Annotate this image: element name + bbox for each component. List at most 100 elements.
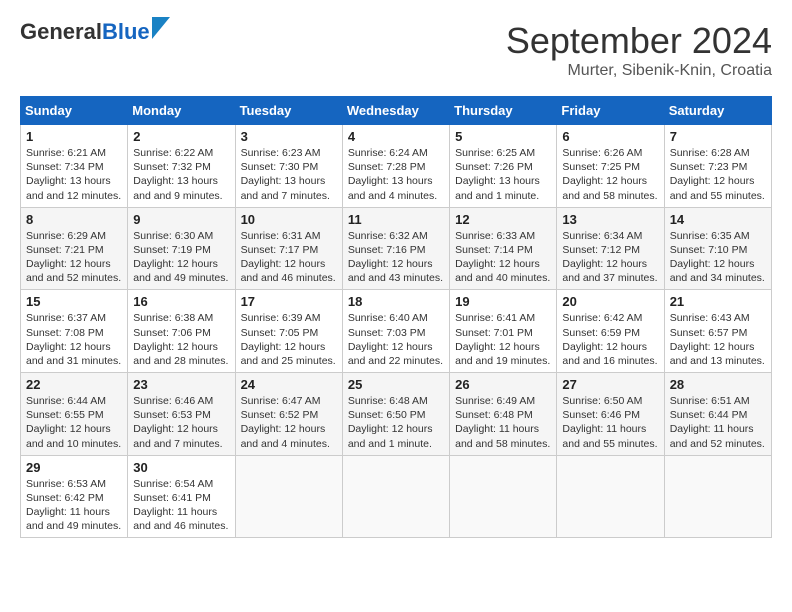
col-friday: Friday bbox=[557, 97, 664, 125]
table-row: 8 Sunrise: 6:29 AMSunset: 7:21 PMDayligh… bbox=[21, 207, 128, 290]
day-number: 16 bbox=[133, 294, 229, 309]
day-number: 13 bbox=[562, 212, 658, 227]
table-row: 23 Sunrise: 6:46 AMSunset: 6:53 PMDaylig… bbox=[128, 373, 235, 456]
table-row: 15 Sunrise: 6:37 AMSunset: 7:08 PMDaylig… bbox=[21, 290, 128, 373]
day-info: Sunrise: 6:50 AMSunset: 6:46 PMDaylight:… bbox=[562, 394, 658, 451]
day-number: 27 bbox=[562, 377, 658, 392]
table-row: 11 Sunrise: 6:32 AMSunset: 7:16 PMDaylig… bbox=[342, 207, 449, 290]
table-row bbox=[664, 455, 771, 538]
table-row: 26 Sunrise: 6:49 AMSunset: 6:48 PMDaylig… bbox=[450, 373, 557, 456]
col-sunday: Sunday bbox=[21, 97, 128, 125]
col-saturday: Saturday bbox=[664, 97, 771, 125]
day-info: Sunrise: 6:42 AMSunset: 6:59 PMDaylight:… bbox=[562, 311, 658, 368]
table-row: 12 Sunrise: 6:33 AMSunset: 7:14 PMDaylig… bbox=[450, 207, 557, 290]
table-row bbox=[557, 455, 664, 538]
title-section: September 2024 Murter, Sibenik-Knin, Cro… bbox=[506, 20, 772, 80]
col-thursday: Thursday bbox=[450, 97, 557, 125]
table-row: 25 Sunrise: 6:48 AMSunset: 6:50 PMDaylig… bbox=[342, 373, 449, 456]
day-number: 7 bbox=[670, 129, 766, 144]
table-row: 7 Sunrise: 6:28 AMSunset: 7:23 PMDayligh… bbox=[664, 125, 771, 208]
day-info: Sunrise: 6:40 AMSunset: 7:03 PMDaylight:… bbox=[348, 311, 444, 368]
day-number: 6 bbox=[562, 129, 658, 144]
day-number: 24 bbox=[241, 377, 337, 392]
day-info: Sunrise: 6:32 AMSunset: 7:16 PMDaylight:… bbox=[348, 229, 444, 286]
day-number: 18 bbox=[348, 294, 444, 309]
table-row: 30 Sunrise: 6:54 AMSunset: 6:41 PMDaylig… bbox=[128, 455, 235, 538]
table-row bbox=[450, 455, 557, 538]
day-info: Sunrise: 6:21 AMSunset: 7:34 PMDaylight:… bbox=[26, 146, 122, 203]
day-info: Sunrise: 6:38 AMSunset: 7:06 PMDaylight:… bbox=[133, 311, 229, 368]
table-row: 10 Sunrise: 6:31 AMSunset: 7:17 PMDaylig… bbox=[235, 207, 342, 290]
day-info: Sunrise: 6:33 AMSunset: 7:14 PMDaylight:… bbox=[455, 229, 551, 286]
day-number: 20 bbox=[562, 294, 658, 309]
table-row: 4 Sunrise: 6:24 AMSunset: 7:28 PMDayligh… bbox=[342, 125, 449, 208]
day-number: 3 bbox=[241, 129, 337, 144]
table-row: 3 Sunrise: 6:23 AMSunset: 7:30 PMDayligh… bbox=[235, 125, 342, 208]
calendar-week-4: 22 Sunrise: 6:44 AMSunset: 6:55 PMDaylig… bbox=[21, 373, 772, 456]
day-info: Sunrise: 6:47 AMSunset: 6:52 PMDaylight:… bbox=[241, 394, 337, 451]
day-info: Sunrise: 6:30 AMSunset: 7:19 PMDaylight:… bbox=[133, 229, 229, 286]
table-row: 6 Sunrise: 6:26 AMSunset: 7:25 PMDayligh… bbox=[557, 125, 664, 208]
day-number: 19 bbox=[455, 294, 551, 309]
col-monday: Monday bbox=[128, 97, 235, 125]
day-info: Sunrise: 6:34 AMSunset: 7:12 PMDaylight:… bbox=[562, 229, 658, 286]
table-row: 13 Sunrise: 6:34 AMSunset: 7:12 PMDaylig… bbox=[557, 207, 664, 290]
table-row: 20 Sunrise: 6:42 AMSunset: 6:59 PMDaylig… bbox=[557, 290, 664, 373]
day-number: 11 bbox=[348, 212, 444, 227]
table-row: 17 Sunrise: 6:39 AMSunset: 7:05 PMDaylig… bbox=[235, 290, 342, 373]
day-info: Sunrise: 6:22 AMSunset: 7:32 PMDaylight:… bbox=[133, 146, 229, 203]
day-info: Sunrise: 6:28 AMSunset: 7:23 PMDaylight:… bbox=[670, 146, 766, 203]
day-info: Sunrise: 6:49 AMSunset: 6:48 PMDaylight:… bbox=[455, 394, 551, 451]
day-info: Sunrise: 6:31 AMSunset: 7:17 PMDaylight:… bbox=[241, 229, 337, 286]
logo: GeneralBlue bbox=[20, 20, 170, 44]
day-number: 8 bbox=[26, 212, 122, 227]
day-number: 21 bbox=[670, 294, 766, 309]
calendar-week-1: 1 Sunrise: 6:21 AMSunset: 7:34 PMDayligh… bbox=[21, 125, 772, 208]
table-row: 5 Sunrise: 6:25 AMSunset: 7:26 PMDayligh… bbox=[450, 125, 557, 208]
day-number: 12 bbox=[455, 212, 551, 227]
table-row: 9 Sunrise: 6:30 AMSunset: 7:19 PMDayligh… bbox=[128, 207, 235, 290]
table-row: 27 Sunrise: 6:50 AMSunset: 6:46 PMDaylig… bbox=[557, 373, 664, 456]
calendar-week-3: 15 Sunrise: 6:37 AMSunset: 7:08 PMDaylig… bbox=[21, 290, 772, 373]
day-info: Sunrise: 6:23 AMSunset: 7:30 PMDaylight:… bbox=[241, 146, 337, 203]
day-number: 25 bbox=[348, 377, 444, 392]
day-number: 22 bbox=[26, 377, 122, 392]
col-wednesday: Wednesday bbox=[342, 97, 449, 125]
page-header: GeneralBlue September 2024 Murter, Siben… bbox=[20, 20, 772, 80]
table-row: 1 Sunrise: 6:21 AMSunset: 7:34 PMDayligh… bbox=[21, 125, 128, 208]
col-tuesday: Tuesday bbox=[235, 97, 342, 125]
day-info: Sunrise: 6:54 AMSunset: 6:41 PMDaylight:… bbox=[133, 477, 229, 534]
day-number: 2 bbox=[133, 129, 229, 144]
day-info: Sunrise: 6:35 AMSunset: 7:10 PMDaylight:… bbox=[670, 229, 766, 286]
day-info: Sunrise: 6:44 AMSunset: 6:55 PMDaylight:… bbox=[26, 394, 122, 451]
table-row bbox=[235, 455, 342, 538]
table-row: 24 Sunrise: 6:47 AMSunset: 6:52 PMDaylig… bbox=[235, 373, 342, 456]
day-number: 29 bbox=[26, 460, 122, 475]
table-row: 16 Sunrise: 6:38 AMSunset: 7:06 PMDaylig… bbox=[128, 290, 235, 373]
day-info: Sunrise: 6:24 AMSunset: 7:28 PMDaylight:… bbox=[348, 146, 444, 203]
table-row bbox=[342, 455, 449, 538]
day-info: Sunrise: 6:25 AMSunset: 7:26 PMDaylight:… bbox=[455, 146, 551, 203]
day-info: Sunrise: 6:39 AMSunset: 7:05 PMDaylight:… bbox=[241, 311, 337, 368]
table-row: 29 Sunrise: 6:53 AMSunset: 6:42 PMDaylig… bbox=[21, 455, 128, 538]
day-info: Sunrise: 6:51 AMSunset: 6:44 PMDaylight:… bbox=[670, 394, 766, 451]
day-info: Sunrise: 6:26 AMSunset: 7:25 PMDaylight:… bbox=[562, 146, 658, 203]
table-row: 2 Sunrise: 6:22 AMSunset: 7:32 PMDayligh… bbox=[128, 125, 235, 208]
logo-triangle-icon bbox=[152, 17, 170, 39]
day-number: 10 bbox=[241, 212, 337, 227]
logo-text: GeneralBlue bbox=[20, 20, 150, 44]
day-number: 26 bbox=[455, 377, 551, 392]
calendar-table: Sunday Monday Tuesday Wednesday Thursday… bbox=[20, 96, 772, 538]
day-number: 23 bbox=[133, 377, 229, 392]
table-row: 14 Sunrise: 6:35 AMSunset: 7:10 PMDaylig… bbox=[664, 207, 771, 290]
table-row: 21 Sunrise: 6:43 AMSunset: 6:57 PMDaylig… bbox=[664, 290, 771, 373]
logo-general: General bbox=[20, 19, 102, 44]
day-info: Sunrise: 6:48 AMSunset: 6:50 PMDaylight:… bbox=[348, 394, 444, 451]
day-info: Sunrise: 6:41 AMSunset: 7:01 PMDaylight:… bbox=[455, 311, 551, 368]
calendar-week-5: 29 Sunrise: 6:53 AMSunset: 6:42 PMDaylig… bbox=[21, 455, 772, 538]
day-info: Sunrise: 6:53 AMSunset: 6:42 PMDaylight:… bbox=[26, 477, 122, 534]
day-info: Sunrise: 6:43 AMSunset: 6:57 PMDaylight:… bbox=[670, 311, 766, 368]
table-row: 19 Sunrise: 6:41 AMSunset: 7:01 PMDaylig… bbox=[450, 290, 557, 373]
table-row: 22 Sunrise: 6:44 AMSunset: 6:55 PMDaylig… bbox=[21, 373, 128, 456]
table-row: 28 Sunrise: 6:51 AMSunset: 6:44 PMDaylig… bbox=[664, 373, 771, 456]
